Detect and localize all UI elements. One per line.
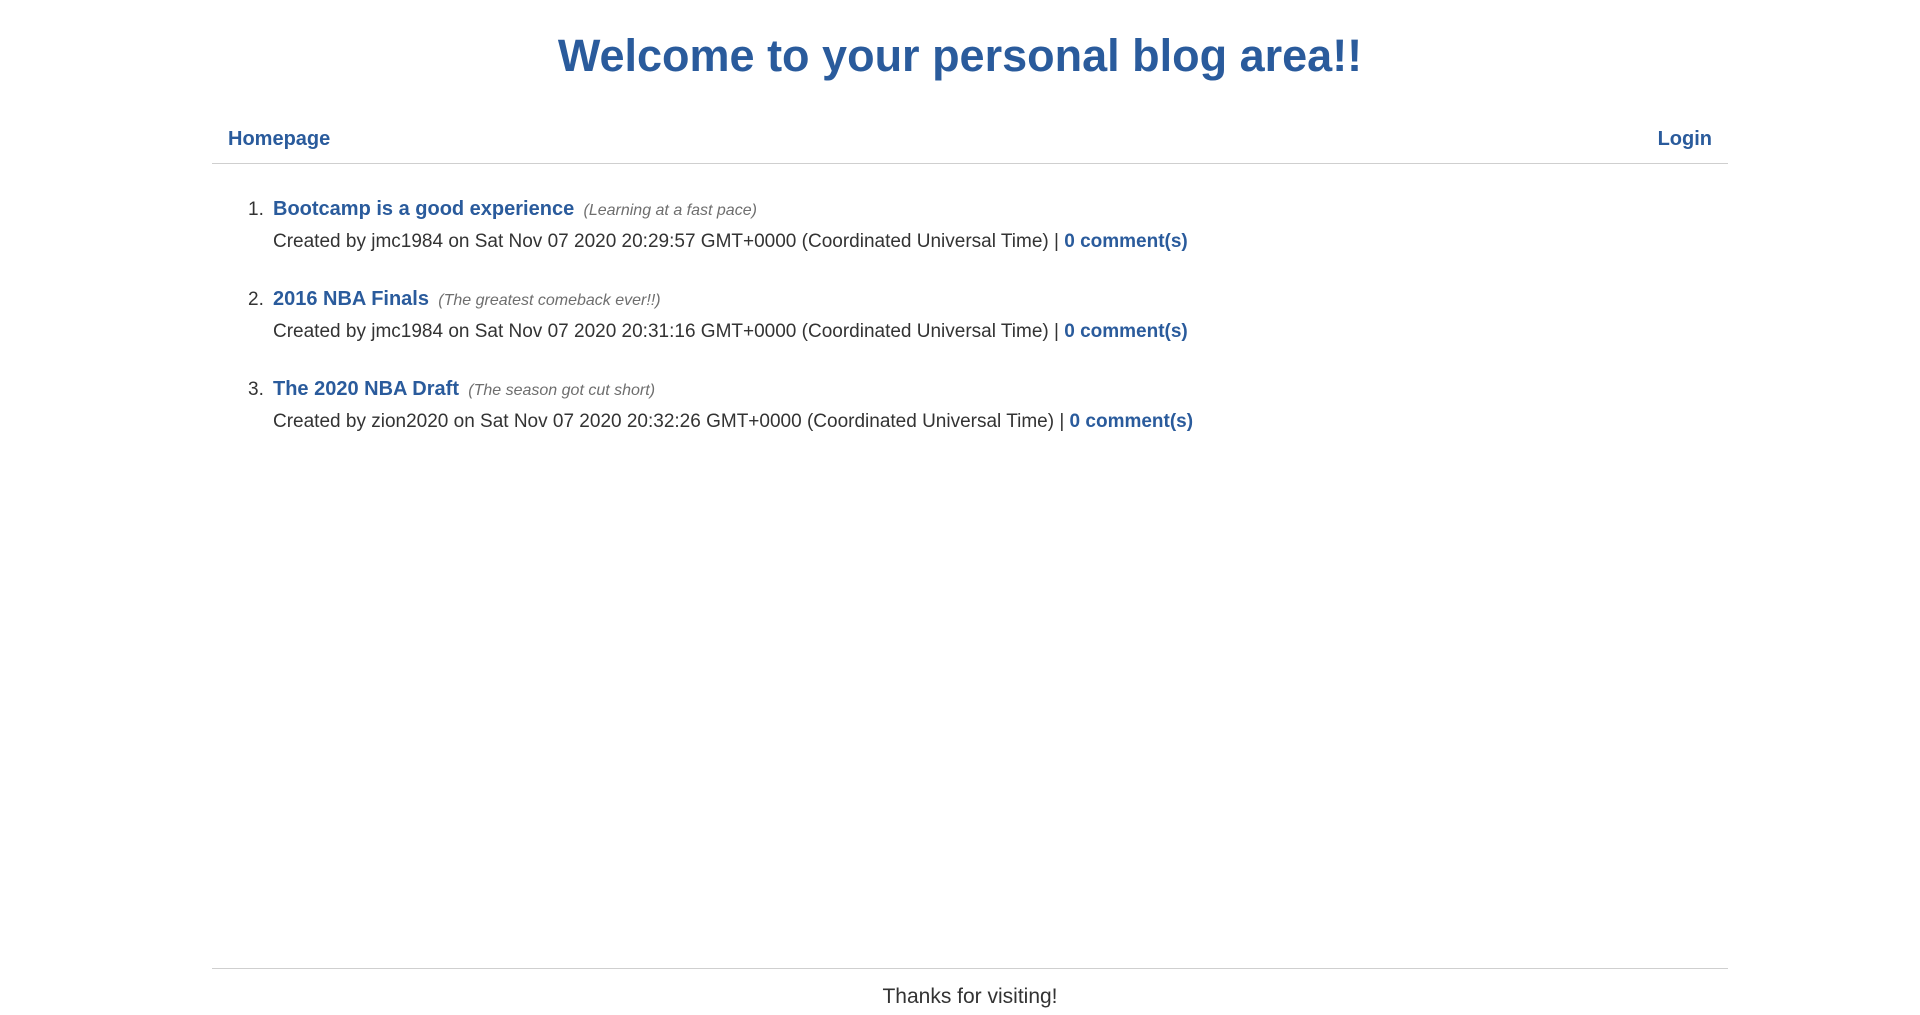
page-title: Welcome to your personal blog area!!: [557, 30, 1363, 81]
list-item: 2. 2016 NBA Finals (The greatest comebac…: [212, 284, 1728, 374]
post-subtitle: (The greatest comeback ever!!): [438, 292, 661, 309]
footer: Thanks for visiting!: [212, 968, 1728, 1011]
login-link[interactable]: Login: [1658, 125, 1712, 153]
post-number: 1.: [248, 199, 264, 220]
post-list: 1. Bootcamp is a good experience (Learni…: [212, 194, 1728, 464]
post-meta-text: Created by jmc1984 on Sat Nov 07 2020 20…: [273, 231, 1059, 252]
post-number: 3.: [248, 379, 264, 400]
post-meta: Created by jmc1984 on Sat Nov 07 2020 20…: [273, 226, 1728, 257]
homepage-link[interactable]: Homepage: [228, 125, 330, 153]
post-title-link[interactable]: The 2020 NBA Draft: [273, 378, 459, 400]
post-meta-text: Created by zion2020 on Sat Nov 07 2020 2…: [273, 411, 1065, 432]
comments-link[interactable]: 0 comment(s): [1070, 411, 1194, 432]
list-item: 1. Bootcamp is a good experience (Learni…: [212, 194, 1728, 284]
post-title-link[interactable]: 2016 NBA Finals: [273, 288, 429, 310]
footer-text: Thanks for visiting!: [882, 985, 1058, 1008]
comments-link[interactable]: 0 comment(s): [1064, 321, 1188, 342]
post-meta: Created by jmc1984 on Sat Nov 07 2020 20…: [273, 316, 1728, 347]
post-meta: Created by zion2020 on Sat Nov 07 2020 2…: [273, 406, 1728, 437]
page: Welcome to your personal blog area!! Hom…: [0, 0, 1920, 1015]
post-meta-text: Created by jmc1984 on Sat Nov 07 2020 20…: [273, 321, 1059, 342]
post-subtitle: (Learning at a fast pace): [583, 202, 757, 219]
post-subtitle: (The season got cut short): [468, 382, 656, 399]
post-number: 2.: [248, 289, 264, 310]
list-item: 3. The 2020 NBA Draft (The season got cu…: [212, 374, 1728, 464]
top-nav: Homepage Login: [212, 115, 1728, 164]
post-title-link[interactable]: Bootcamp is a good experience: [273, 198, 574, 220]
comments-link[interactable]: 0 comment(s): [1064, 231, 1188, 252]
